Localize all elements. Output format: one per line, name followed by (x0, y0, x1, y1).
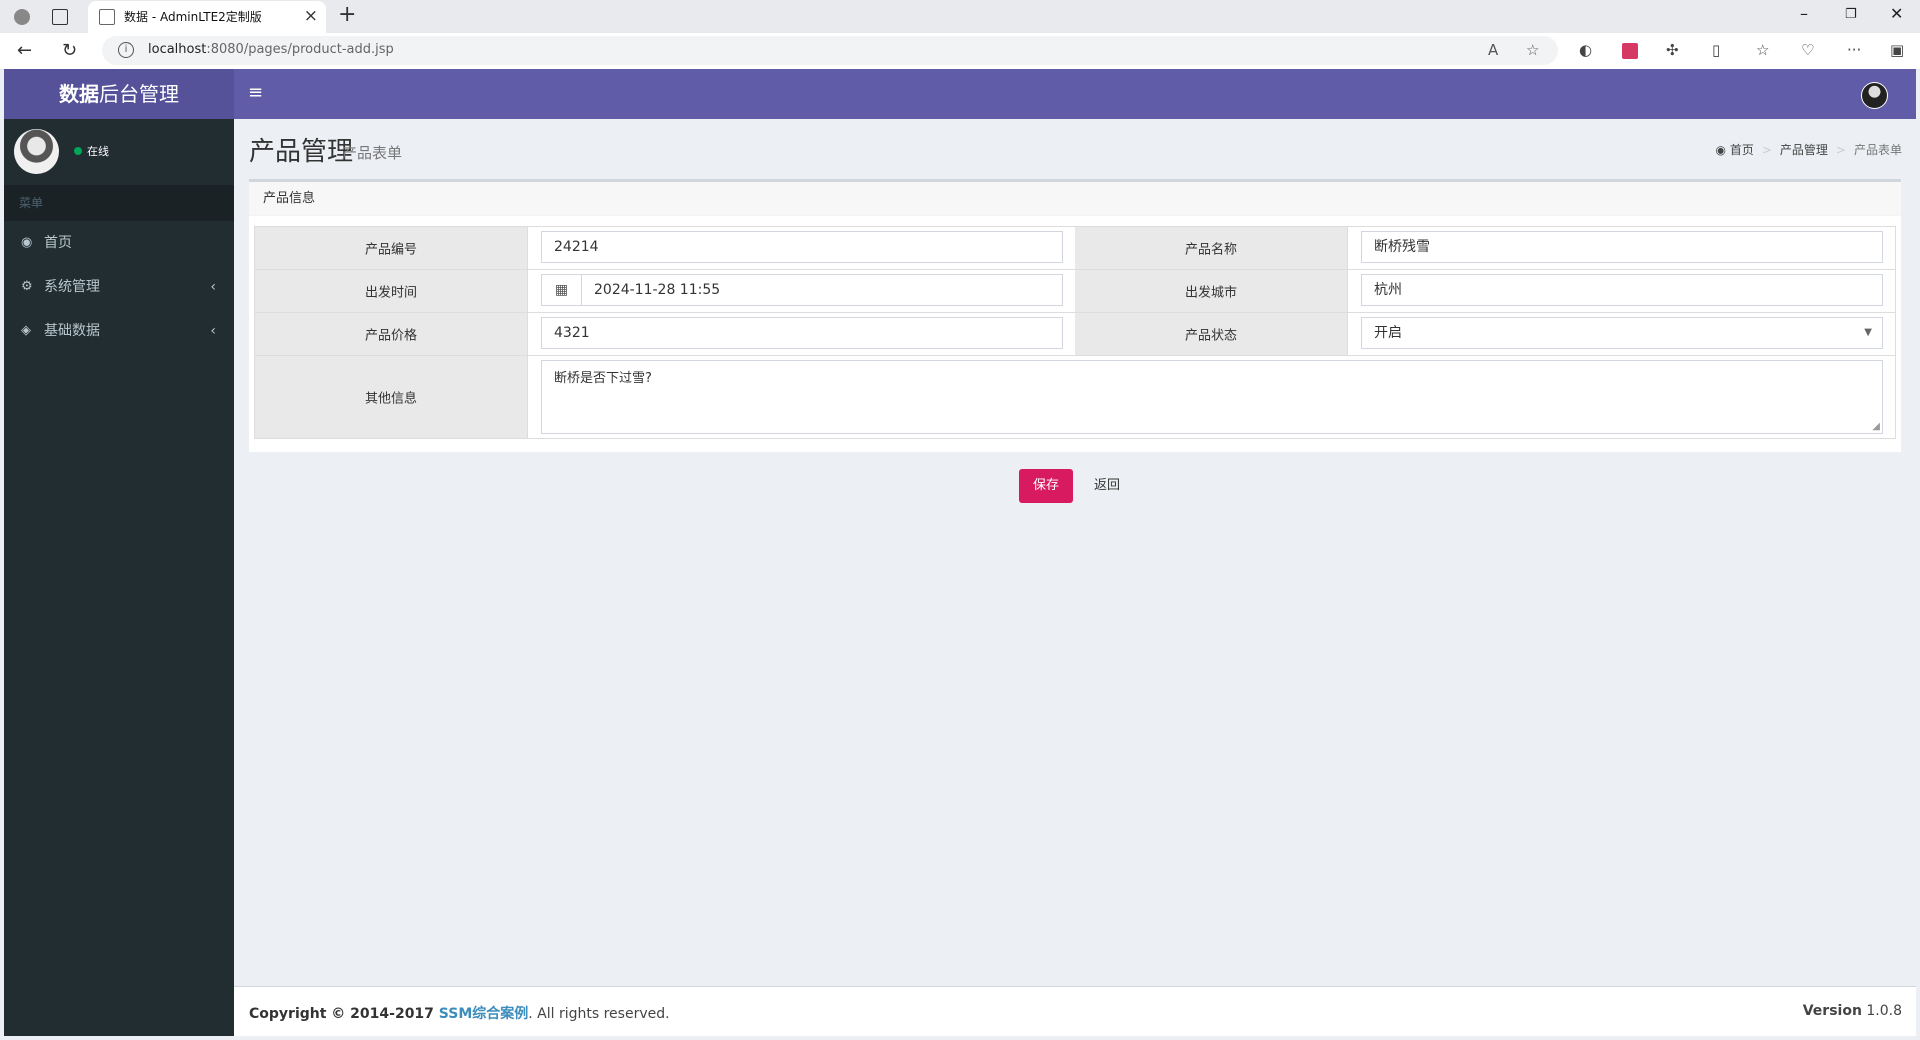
content-wrapper: 产品管理 产品表单 ◉ 首页 > 产品管理 > 产品表单 产品信息 产品编号 24214… (234, 119, 1916, 986)
form-row: 出发时间 ▦ 2024-11-28 11:55 出发城市 杭州 (255, 270, 1895, 313)
logo[interactable]: 数据后台管理 (4, 69, 234, 119)
product-desc-text: 断桥是否下过雪? (554, 371, 652, 386)
sidebar-item-home[interactable]: ◉ 首页 (4, 221, 234, 265)
product-desc-textarea[interactable]: 断桥是否下过雪? ◢ (541, 360, 1883, 434)
user-avatar-icon[interactable] (1861, 82, 1888, 109)
minimize-icon[interactable]: – (1800, 4, 1808, 23)
sidebar-toggle-icon[interactable]: ≡ (248, 82, 263, 103)
extensions-puzzle-icon[interactable]: ✣ (1666, 41, 1679, 59)
cogs-icon: ⚙ (21, 279, 33, 294)
user-panel: 在线 (4, 119, 234, 185)
product-num-label: 产品编号 (255, 227, 528, 269)
favorites-icon[interactable]: ☆ (1756, 41, 1769, 59)
product-name-label: 产品名称 (1075, 227, 1348, 269)
menu-header: 菜单 (4, 185, 234, 221)
new-tab-icon[interactable]: + (338, 2, 356, 27)
site-info-icon[interactable]: i (118, 42, 134, 58)
extension-icon[interactable]: ◐ (1579, 41, 1592, 59)
back-button[interactable]: 返回 (1087, 469, 1127, 503)
sidebar-item-label: 首页 (44, 235, 72, 251)
more-menu-icon[interactable]: ··· (1847, 41, 1861, 59)
browser-tab[interactable]: 数据 - AdminLTE2定制版 × (88, 1, 326, 33)
profile-icon[interactable] (14, 9, 30, 25)
close-tab-icon[interactable]: × (304, 6, 318, 26)
product-price-input[interactable]: 4321 (541, 317, 1063, 349)
address-bar: ← ↻ i localhost:8080/pages/product-add.j… (0, 33, 1920, 70)
tab-title: 数据 - AdminLTE2定制版 (124, 10, 262, 24)
form-row: 产品价格 4321 产品状态 开启 ▼ (255, 313, 1895, 356)
online-dot-icon (74, 147, 82, 155)
main-header: 数据后台管理 ≡ (4, 69, 1916, 119)
breadcrumb-home[interactable]: 首页 (1730, 143, 1754, 157)
sidebar-item-basedata[interactable]: ◈ 基础数据 ‹ (4, 309, 234, 353)
sidebar-toggle-icon[interactable]: ▣ (1890, 41, 1904, 59)
favorite-star-icon[interactable]: ☆ (1526, 41, 1539, 59)
sidebar-item-system[interactable]: ⚙ 系统管理 ‹ (4, 265, 234, 309)
calendar-icon[interactable]: ▦ (541, 274, 582, 306)
save-button[interactable]: 保存 (1019, 469, 1073, 503)
split-screen-icon[interactable]: ▯ (1712, 41, 1720, 59)
product-price-label: 产品价格 (255, 313, 528, 355)
dashboard-icon: ◉ (1715, 143, 1730, 157)
form-grid: 产品编号 24214 产品名称 断桥残雪 出发时间 ▦ 2024-11-28 1… (254, 226, 1896, 439)
product-num-input[interactable]: 24214 (541, 231, 1063, 263)
product-status-value: 开启 (1374, 325, 1402, 341)
company-link[interactable]: SSM综合案例 (439, 1006, 528, 1022)
user-avatar (14, 129, 59, 174)
read-aloud-icon[interactable]: A (1488, 41, 1498, 59)
version-info: Version 1.0.8 (1802, 1003, 1902, 1019)
translate-extension-icon[interactable] (1622, 43, 1638, 59)
form-row: 产品编号 24214 产品名称 断桥残雪 (255, 227, 1895, 270)
sidebar: 在线 菜单 ◉ 首页 ⚙ 系统管理 ‹ ◈ 基础数据 ‹ (4, 119, 234, 1036)
browser-tabstrip: 数据 - AdminLTE2定制版 × + – ❐ ✕ (0, 0, 1920, 33)
breadcrumb-current: 产品表单 (1853, 143, 1902, 157)
close-window-icon[interactable]: ✕ (1890, 4, 1903, 23)
sidebar-item-label: 基础数据 (44, 323, 100, 339)
url-field[interactable]: i localhost:8080/pages/product-add.jsp A… (102, 36, 1558, 65)
product-desc-label: 其他信息 (255, 356, 528, 438)
caret-down-icon: ▼ (1864, 327, 1872, 338)
browser-essentials-icon[interactable]: ♡ (1801, 41, 1814, 59)
sidebar-item-label: 系统管理 (44, 279, 100, 295)
depart-time-input[interactable]: 2024-11-28 11:55 (581, 274, 1063, 306)
product-name-input[interactable]: 断桥残雪 (1361, 231, 1883, 263)
page-subtitle: 产品表单 (342, 144, 403, 162)
box-title: 产品信息 (249, 182, 1901, 216)
depart-city-input[interactable]: 杭州 (1361, 274, 1883, 306)
depart-city-label: 出发城市 (1075, 270, 1348, 312)
main-footer: Copyright © 2014-2017 SSM综合案例. All right… (234, 986, 1916, 1036)
restore-icon[interactable]: ❐ (1845, 7, 1857, 22)
form-row: 其他信息 断桥是否下过雪? ◢ (255, 356, 1895, 438)
depart-time-group: ▦ 2024-11-28 11:55 (541, 274, 1063, 306)
page-title: 产品管理 (249, 137, 354, 167)
product-status-select[interactable]: 开启 ▼ (1361, 317, 1883, 349)
reload-icon[interactable]: ↻ (62, 40, 77, 61)
back-icon[interactable]: ← (17, 40, 32, 61)
chevron-left-icon: ‹ (210, 279, 216, 295)
online-status: 在线 (74, 143, 109, 159)
breadcrumb-product[interactable]: 产品管理 (1780, 143, 1828, 157)
chevron-left-icon: ‹ (210, 323, 216, 339)
copyright: Copyright © 2014-2017 SSM综合案例. All right… (249, 1006, 670, 1022)
product-form-box: 产品信息 产品编号 24214 产品名称 断桥残雪 出发时间 ▦ 2024-11… (249, 179, 1901, 452)
depart-time-label: 出发时间 (255, 270, 528, 312)
tab-actions-icon[interactable] (52, 9, 68, 25)
dashboard-icon: ◉ (21, 235, 33, 250)
page-favicon-icon (99, 9, 115, 25)
cube-icon: ◈ (21, 323, 31, 338)
app-root: 数据后台管理 ≡ 在线 菜单 ◉ 首页 ⚙ 系统管理 ‹ ◈ 基础数据 ‹ 产品… (4, 69, 1916, 1036)
resize-grip-icon[interactable]: ◢ (1872, 421, 1880, 432)
breadcrumb: ◉ 首页 > 产品管理 > 产品表单 (1715, 143, 1902, 157)
product-status-label: 产品状态 (1075, 313, 1348, 355)
url-text: localhost:8080/pages/product-add.jsp (148, 42, 394, 57)
